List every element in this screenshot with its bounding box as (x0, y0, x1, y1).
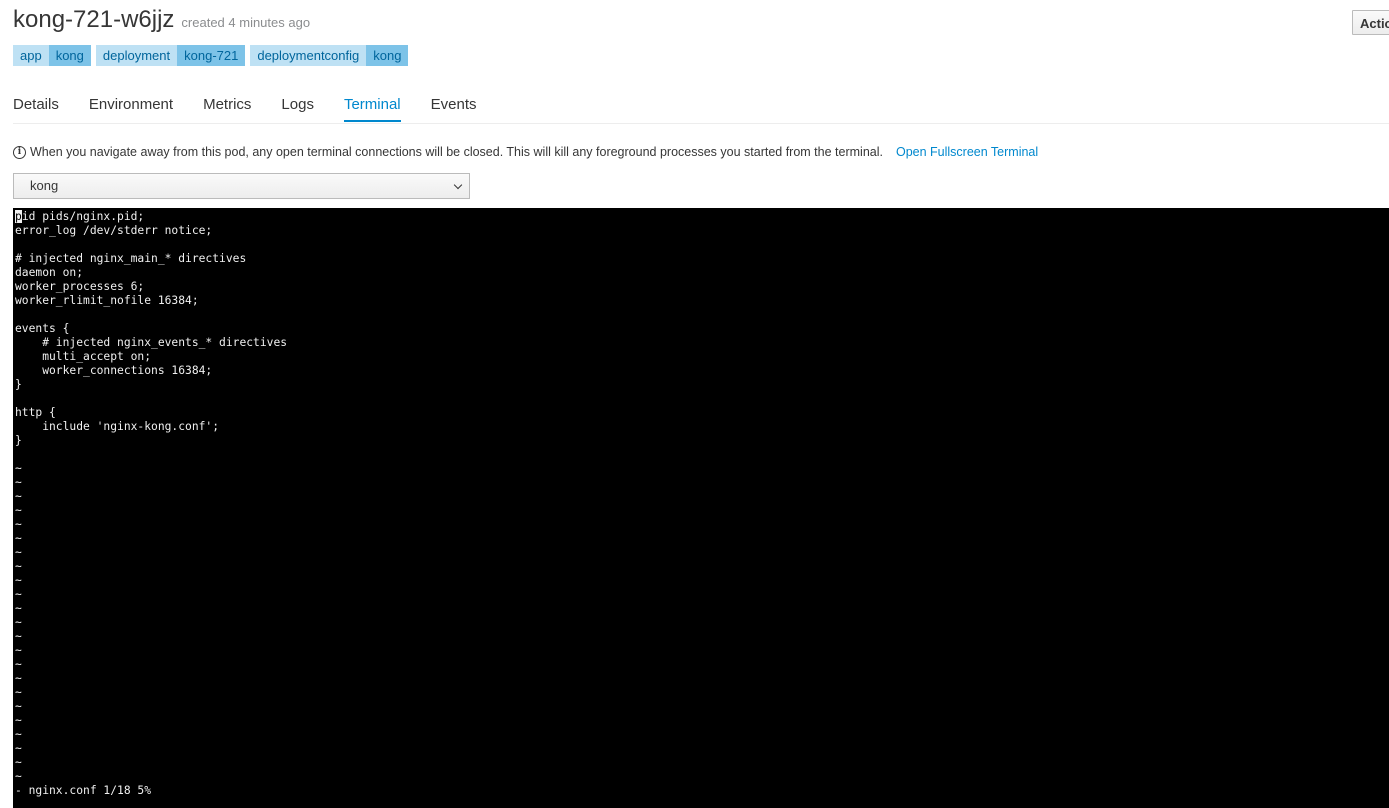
tab-environment[interactable]: Environment (89, 96, 173, 122)
terminal-line: ~ (15, 546, 22, 559)
terminal-line: ~ (15, 518, 22, 531)
terminal-line: ~ (15, 756, 22, 769)
terminal-line: ~ (15, 742, 22, 755)
actions-button[interactable]: Actio (1352, 10, 1389, 35)
terminal-window[interactable]: pid pids/nginx.pid; error_log /dev/stder… (13, 208, 1389, 808)
terminal-line: daemon on; (15, 266, 84, 279)
terminal-info-message: i When you navigate away from this pod, … (13, 145, 1038, 159)
terminal-line: # injected nginx_events_* directives (42, 336, 288, 349)
terminal-line: ~ (15, 714, 22, 727)
terminal-line: # injected nginx_main_* directives (15, 252, 247, 265)
terminal-line: http { (15, 406, 56, 419)
terminal-line: ~ (15, 616, 22, 629)
terminal-line: ~ (15, 672, 22, 685)
terminal-line: } (15, 434, 22, 447)
label-list: app kong deployment kong-721 deploymentc… (13, 45, 409, 66)
terminal-line: ~ (15, 728, 22, 741)
terminal-status-line: - nginx.conf 1/18 5% (15, 784, 152, 797)
terminal-line: ~ (15, 686, 22, 699)
terminal-line: worker_processes 6; (15, 280, 145, 293)
label-deployment[interactable]: deployment kong-721 (95, 45, 246, 66)
terminal-line: ~ (15, 532, 22, 545)
tab-metrics[interactable]: Metrics (203, 96, 251, 122)
terminal-line: ~ (15, 658, 22, 671)
terminal-line: ~ (15, 504, 22, 517)
label-value[interactable]: kong (48, 45, 91, 66)
tab-bar: Details Environment Metrics Logs Termina… (13, 96, 1389, 124)
terminal-line: events { (15, 322, 70, 335)
info-text: When you navigate away from this pod, an… (30, 145, 883, 159)
tab-details[interactable]: Details (13, 96, 59, 122)
terminal-line: ~ (15, 644, 22, 657)
terminal-line: ~ (15, 602, 22, 615)
terminal-line: ~ (15, 560, 22, 573)
label-key[interactable]: deployment (95, 45, 178, 66)
terminal-line: ~ (15, 574, 22, 587)
terminal-line: ~ (15, 770, 22, 783)
page-header: kong-721-w6jjz created 4 minutes ago (13, 6, 310, 34)
pod-page: kong-721-w6jjz created 4 minutes ago Act… (0, 0, 1389, 808)
terminal-lines: error_log /dev/stderr notice; # injected… (15, 224, 287, 783)
created-timestamp: created 4 minutes ago (181, 15, 311, 30)
tab-logs[interactable]: Logs (281, 96, 314, 122)
page-title: kong-721-w6jjz (13, 6, 175, 33)
terminal-line: worker_connections 16384; (42, 364, 213, 377)
terminal-output: pid pids/nginx.pid; error_log /dev/stder… (13, 208, 1389, 798)
label-value[interactable]: kong-721 (177, 45, 246, 66)
tab-terminal[interactable]: Terminal (343, 96, 401, 122)
label-app[interactable]: app kong (13, 45, 91, 66)
container-select[interactable]: kong (13, 173, 470, 199)
terminal-line: ~ (15, 630, 22, 643)
tab-events[interactable]: Events (431, 96, 477, 122)
label-key[interactable]: deploymentconfig (250, 45, 367, 66)
label-value[interactable]: kong (366, 45, 409, 66)
chevron-down-icon (453, 180, 463, 190)
terminal-line: worker_rlimit_nofile 16384; (15, 294, 199, 307)
open-fullscreen-terminal-link[interactable]: Open Fullscreen Terminal (896, 145, 1038, 159)
terminal-line: ~ (15, 700, 22, 713)
terminal-line: include 'nginx-kong.conf'; (42, 420, 220, 433)
terminal-line: multi_accept on; (42, 350, 152, 363)
terminal-cursor: p (15, 210, 22, 223)
label-key[interactable]: app (13, 45, 49, 66)
terminal-line: } (15, 378, 22, 391)
terminal-line: id pids/nginx.pid; (21, 210, 145, 223)
terminal-line: ~ (15, 462, 22, 475)
terminal-line: error_log /dev/stderr notice; (15, 224, 213, 237)
terminal-line: ~ (15, 476, 22, 489)
info-icon: i (13, 145, 26, 159)
terminal-line: ~ (15, 588, 22, 601)
container-select-value: kong (30, 178, 59, 193)
terminal-line: ~ (15, 490, 22, 503)
label-deploymentconfig[interactable]: deploymentconfig kong (250, 45, 409, 66)
